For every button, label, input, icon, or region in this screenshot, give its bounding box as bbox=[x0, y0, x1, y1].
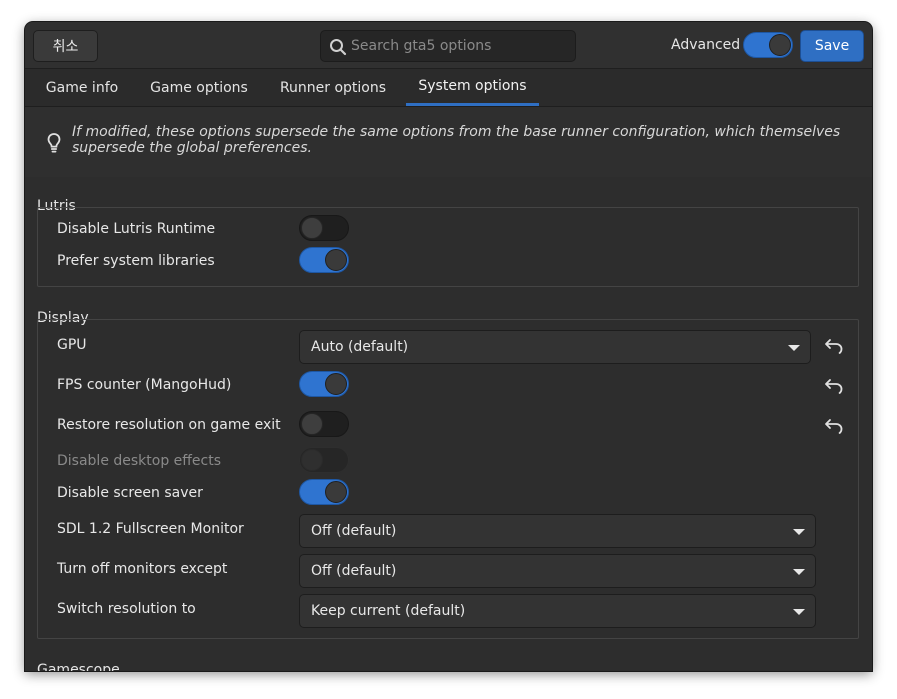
turn-off-monitors-value: Off (default) bbox=[311, 563, 397, 579]
disable-desktop-effects-toggle[interactable] bbox=[299, 447, 349, 473]
save-button[interactable]: Save bbox=[800, 30, 864, 62]
option-label-gpu: GPU bbox=[57, 337, 87, 353]
sdl-fullscreen-monitor-dropdown[interactable]: Off (default) bbox=[299, 514, 816, 548]
tab-game-info[interactable]: Game info bbox=[34, 69, 130, 106]
chevron-down-icon bbox=[793, 569, 805, 575]
option-label-fps-counter: FPS counter (MangoHud) bbox=[57, 377, 232, 393]
option-label-turn-off-monitors: Turn off monitors except bbox=[57, 561, 228, 577]
switch-resolution-value: Keep current (default) bbox=[311, 603, 466, 619]
option-label-sdl-fullscreen-monitor: SDL 1.2 Fullscreen Monitor bbox=[57, 521, 244, 537]
option-label-restore-resolution: Restore resolution on game exit bbox=[57, 417, 281, 433]
gpu-dropdown-value: Auto (default) bbox=[311, 339, 409, 355]
disable-screen-saver-toggle[interactable] bbox=[299, 479, 349, 505]
section-frame-lutris bbox=[37, 207, 859, 287]
option-label-disable-desktop-effects: Disable desktop effects bbox=[57, 453, 222, 469]
option-label-disable-runtime: Disable Lutris Runtime bbox=[57, 221, 216, 237]
chevron-down-icon bbox=[793, 609, 805, 615]
turn-off-monitors-dropdown[interactable]: Off (default) bbox=[299, 554, 816, 588]
option-label-switch-resolution: Switch resolution to bbox=[57, 601, 196, 617]
gpu-dropdown[interactable]: Auto (default) bbox=[299, 330, 811, 364]
search-input[interactable] bbox=[351, 34, 571, 58]
fps-counter-toggle[interactable] bbox=[299, 371, 349, 397]
toggle-knob bbox=[301, 413, 323, 435]
cancel-button[interactable]: 취소 bbox=[33, 30, 98, 62]
advanced-toggle[interactable] bbox=[743, 32, 793, 58]
tab-runner-options[interactable]: Runner options bbox=[268, 69, 398, 106]
sdl-fullscreen-monitor-value: Off (default) bbox=[311, 523, 397, 539]
tab-game-options[interactable]: Game options bbox=[138, 69, 260, 106]
options-content: If modified, these options supersede the… bbox=[25, 107, 872, 671]
toggle-knob bbox=[301, 449, 323, 471]
lightbulb-icon bbox=[47, 133, 61, 153]
toggle-knob bbox=[301, 217, 323, 239]
search-box[interactable] bbox=[320, 30, 576, 62]
switch-resolution-dropdown[interactable]: Keep current (default) bbox=[299, 594, 816, 628]
prefer-system-libs-toggle[interactable] bbox=[299, 247, 349, 273]
toggle-knob bbox=[325, 373, 347, 395]
chevron-down-icon bbox=[788, 345, 800, 351]
toggle-knob bbox=[325, 249, 347, 271]
advanced-label: Advanced bbox=[671, 37, 741, 53]
search-icon bbox=[330, 39, 347, 56]
restore-resolution-toggle[interactable] bbox=[299, 411, 349, 437]
tab-bar: Game info Game options Runner options Sy… bbox=[25, 69, 872, 107]
toggle-knob bbox=[325, 481, 347, 503]
option-label-prefer-system-libs: Prefer system libraries bbox=[57, 253, 215, 269]
disable-runtime-toggle[interactable] bbox=[299, 215, 349, 241]
header-bar: 취소 Advanced Save bbox=[25, 22, 872, 69]
reset-gpu-icon[interactable] bbox=[824, 338, 844, 354]
section-frame-display bbox=[37, 319, 859, 639]
info-text: If modified, these options supersede the… bbox=[72, 124, 841, 156]
tab-system-options[interactable]: System options bbox=[406, 69, 539, 106]
toggle-knob bbox=[769, 34, 791, 56]
reset-restore-resolution-icon[interactable] bbox=[824, 418, 844, 434]
preferences-window: 취소 Advanced Save Game info Game options … bbox=[25, 22, 872, 671]
option-label-disable-screen-saver: Disable screen saver bbox=[57, 485, 203, 501]
info-bar: If modified, these options supersede the… bbox=[25, 107, 872, 177]
reset-fps-counter-icon[interactable] bbox=[824, 378, 844, 394]
section-title-gamescope: Gamescope bbox=[37, 662, 120, 671]
chevron-down-icon bbox=[793, 529, 805, 535]
